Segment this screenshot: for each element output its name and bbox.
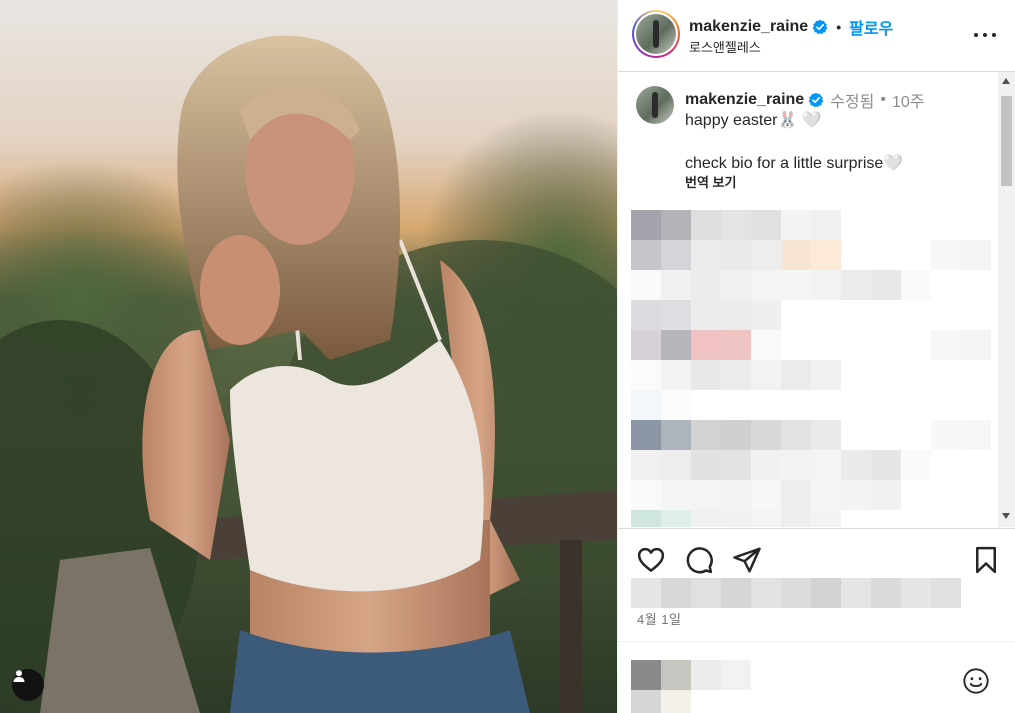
comments-scrollbar[interactable] [998, 72, 1015, 527]
emoji-icon[interactable] [962, 667, 990, 695]
separator-dot: • [836, 19, 842, 35]
user-tag-button[interactable] [12, 669, 44, 701]
post-photo[interactable] [0, 0, 617, 713]
see-translation-button[interactable]: 번역 보기 [685, 172, 736, 191]
comments-panel[interactable]: makenzie_raine 수정됨 • 10주 happy easter🐰 🤍… [618, 72, 1015, 527]
post-header: makenzie_raine • 팔로우 로스앤젤레스 [618, 0, 1015, 72]
pixelated-comments [631, 210, 991, 527]
instagram-post-dialog: makenzie_raine • 팔로우 로스앤젤레스 makenzie_rai… [0, 0, 1015, 713]
caption-username[interactable]: makenzie_raine [685, 91, 804, 109]
avatar[interactable] [632, 10, 680, 58]
verified-badge-icon [812, 19, 828, 35]
scroll-up-arrow-icon[interactable] [1002, 78, 1010, 84]
verified-badge-icon [808, 92, 824, 108]
share-icon[interactable] [732, 545, 762, 575]
post-date[interactable]: 4월 1일 [637, 609, 682, 628]
header-username[interactable]: makenzie_raine [689, 18, 808, 36]
follow-button[interactable]: 팔로우 [849, 15, 893, 39]
location-link[interactable]: 로스앤젤레스 [689, 37, 761, 56]
post-age[interactable]: 10주 [892, 88, 925, 112]
pixelated-likes [631, 578, 961, 608]
bookmark-icon[interactable] [971, 545, 1001, 575]
scroll-down-arrow-icon[interactable] [1002, 513, 1010, 519]
comment-icon[interactable] [684, 545, 714, 575]
heart-icon[interactable] [636, 545, 666, 575]
scrollbar-thumb[interactable] [1001, 96, 1012, 186]
caption-avatar[interactable] [636, 86, 674, 124]
separator-dot: • [880, 91, 886, 108]
comment-composer [618, 641, 1015, 713]
more-options-icon[interactable] [974, 24, 996, 46]
caption-line-1: happy easter🐰 🤍 [685, 112, 822, 129]
pixelated-composer [631, 660, 751, 713]
caption-line-2: check bio for a little surprise🤍 [685, 155, 904, 172]
post-sidebar: makenzie_raine • 팔로우 로스앤젤레스 makenzie_rai… [617, 0, 1015, 713]
edited-label: 수정됨 [830, 94, 875, 111]
post-image [0, 0, 617, 713]
user-tag-icon [13, 670, 25, 682]
